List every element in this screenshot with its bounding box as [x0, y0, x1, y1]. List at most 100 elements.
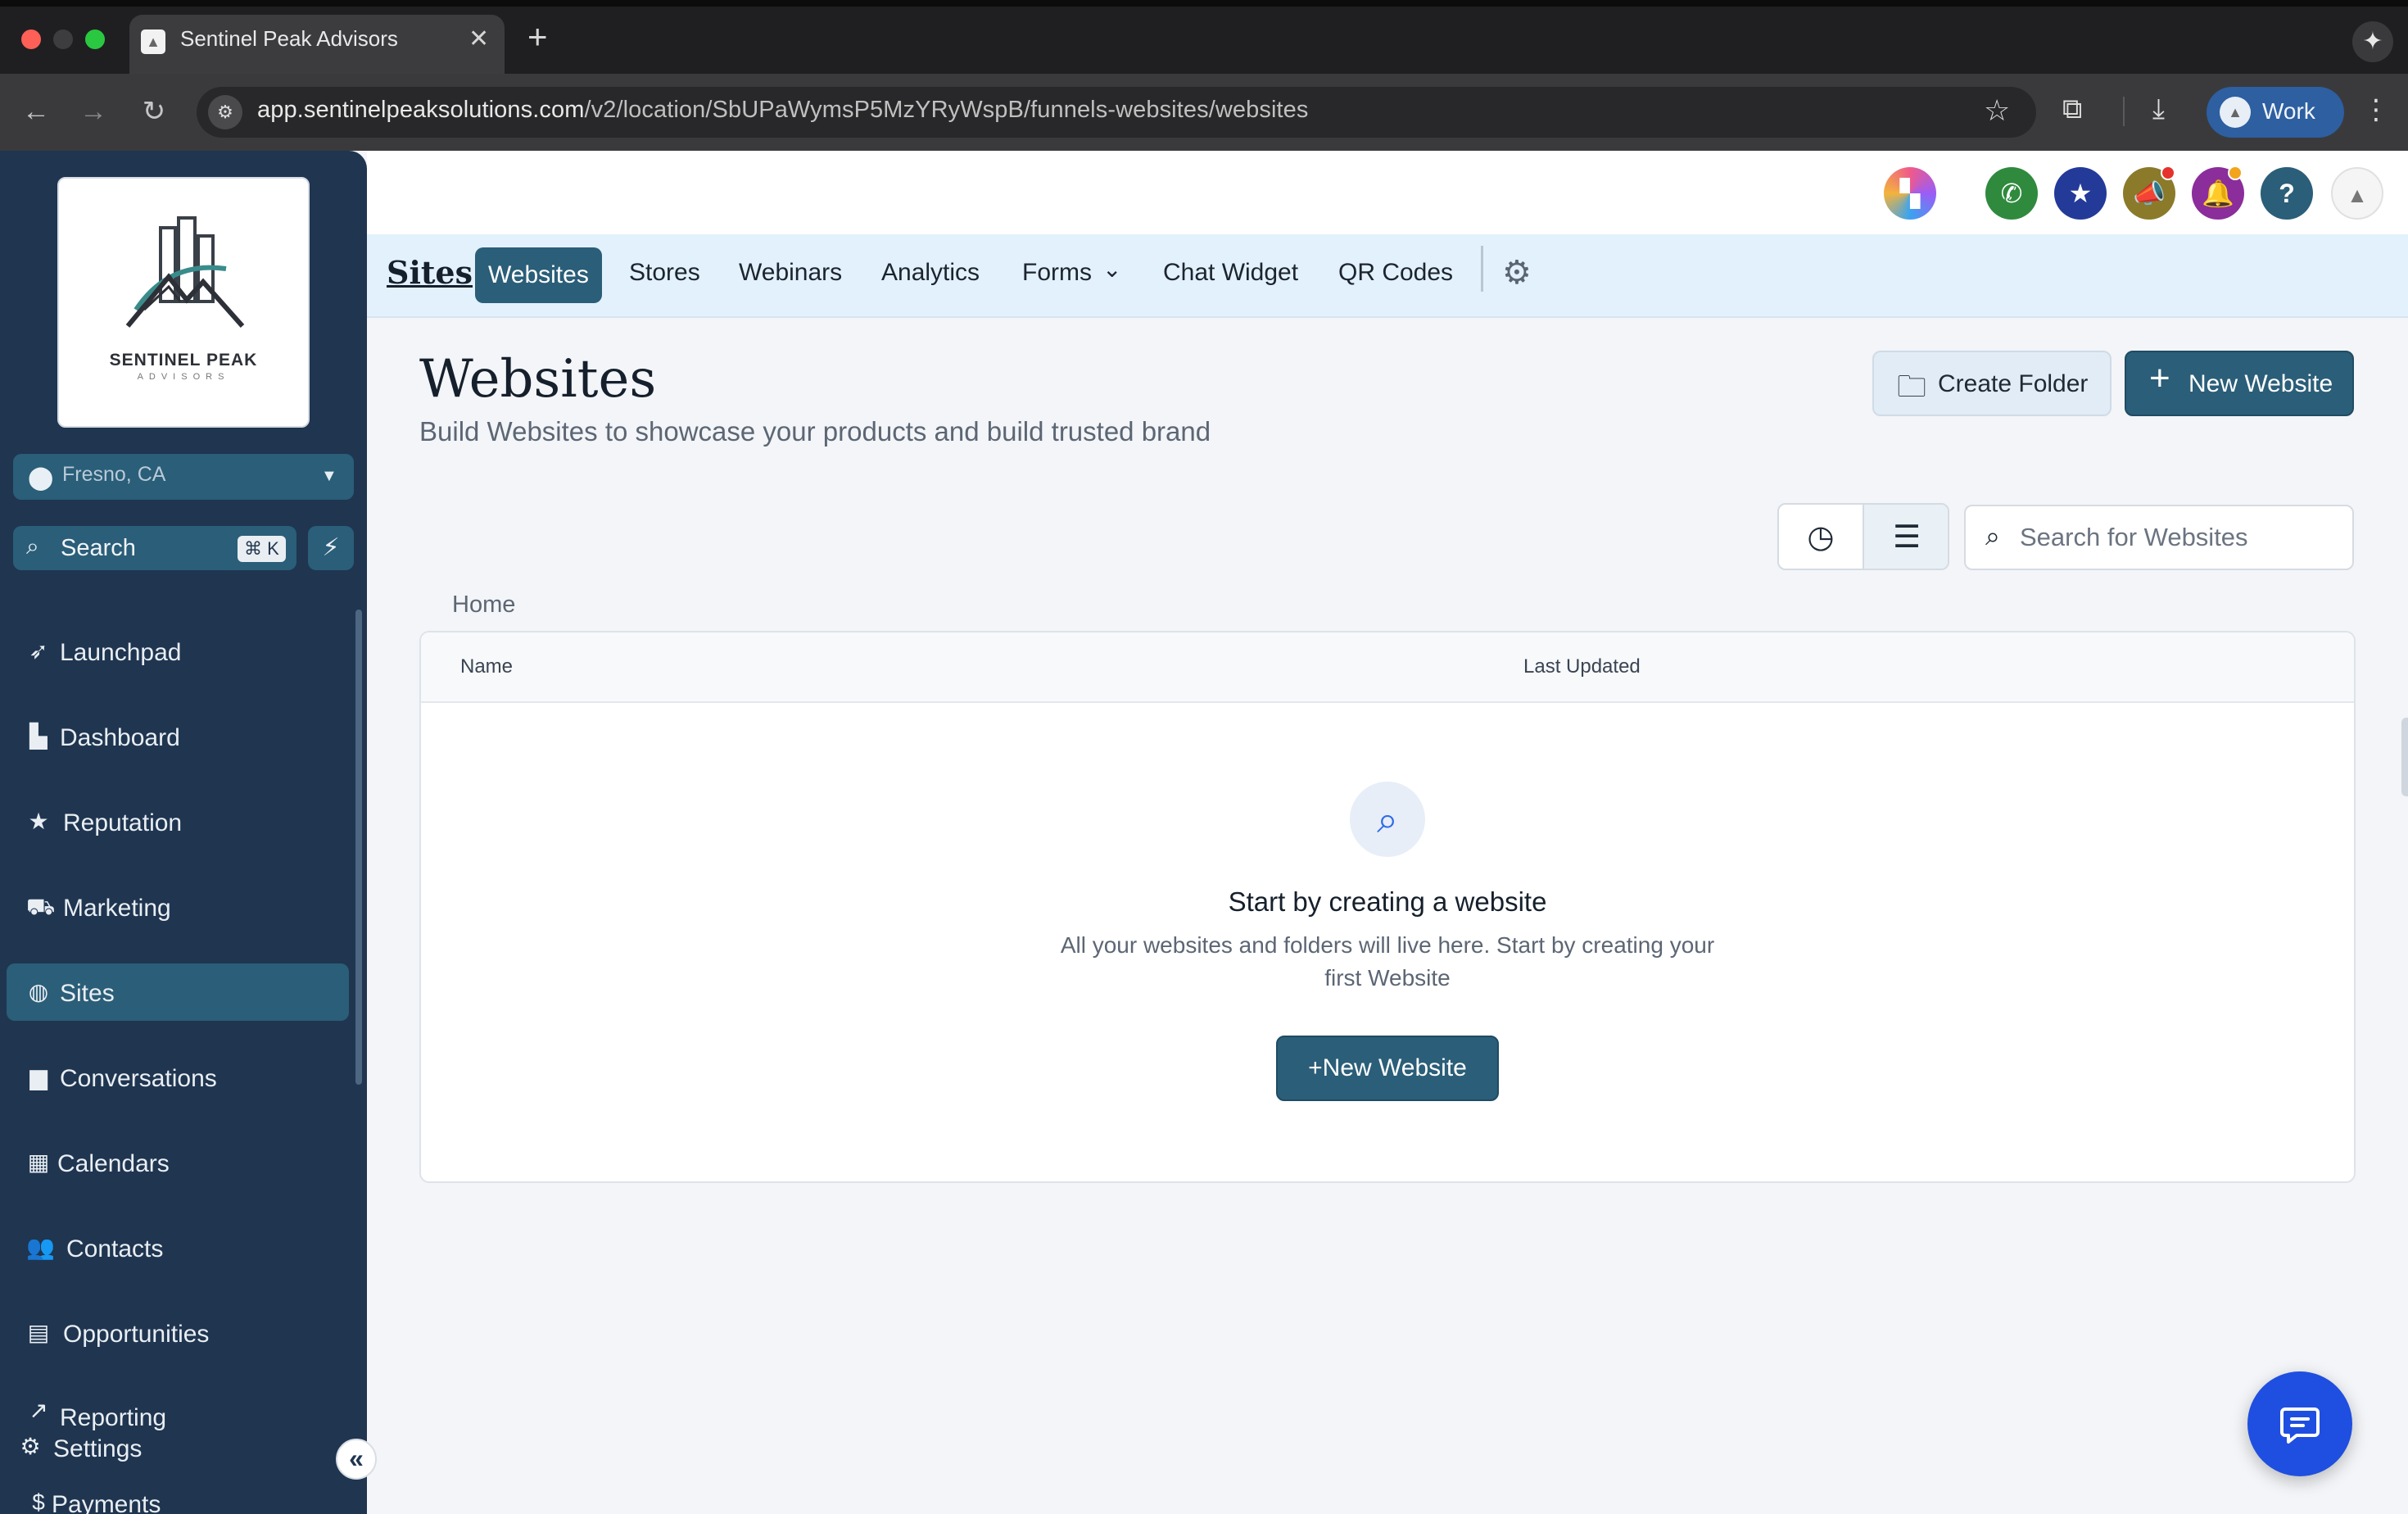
- phone-icon[interactable]: ✆: [1985, 167, 2038, 220]
- sidebar-item-label: Settings: [53, 1435, 143, 1462]
- gear-icon[interactable]: ⚙: [1502, 254, 1532, 292]
- minimize-window-button[interactable]: [53, 29, 73, 49]
- search-shortcut-badge: ⌘ K: [238, 536, 286, 562]
- search-icon: ⌕: [1985, 521, 2000, 551]
- payments-icon: $: [32, 1489, 45, 1514]
- close-window-button[interactable]: [21, 29, 41, 49]
- quick-actions-bolt-icon[interactable]: ⚡: [308, 526, 354, 570]
- empty-state-button-label: New Website: [1322, 1054, 1467, 1081]
- address-url[interactable]: app.sentinelpeaksolutions.com/v2/locatio…: [257, 97, 1309, 124]
- cast-search-icon[interactable]: ⧉: [2062, 93, 2082, 125]
- sidebar-item-label: Payments: [52, 1491, 161, 1514]
- sidebar-item-marketing[interactable]: ⛟ Marketing: [7, 878, 349, 936]
- tab-forms[interactable]: Forms: [1022, 259, 1092, 287]
- sidebar-item-label: Contacts: [66, 1235, 164, 1262]
- profile-label: Work: [2262, 98, 2315, 124]
- sidebar-item-label: Dashboard: [60, 724, 180, 751]
- trend-icon: ↗: [29, 1398, 48, 1423]
- favorites-star-icon[interactable]: ★: [2054, 167, 2107, 220]
- window-top-edge: [0, 0, 2408, 7]
- chevron-down-icon: ▼: [321, 467, 337, 485]
- sidebar-item-sites[interactable]: ◍ Sites: [7, 963, 349, 1021]
- section-title: Sites: [387, 254, 473, 291]
- sidebar-item-dashboard[interactable]: ▙ Dashboard: [7, 708, 349, 765]
- chat-support-button[interactable]: [2247, 1371, 2352, 1476]
- company-logo: SENTINEL PEAK ADVISORS: [57, 177, 310, 428]
- column-header-last-updated[interactable]: Last Updated: [1523, 655, 1641, 678]
- search-input[interactable]: [2020, 519, 2339, 555]
- tab-favicon-icon: ▲: [141, 29, 165, 54]
- sidebar-item-label: Opportunities: [63, 1321, 210, 1348]
- sidebar-item-payments[interactable]: $ Payments: [7, 1486, 349, 1514]
- tab-qr-codes[interactable]: QR Codes: [1338, 259, 1453, 287]
- star-icon: ★: [28, 809, 49, 834]
- location-name: Fresno, CA: [62, 463, 166, 486]
- contacts-icon: 👥: [26, 1235, 55, 1260]
- browser-menu-icon[interactable]: ⋮: [2362, 93, 2390, 126]
- tab-websites[interactable]: Websites: [475, 247, 602, 303]
- column-header-name[interactable]: Name: [460, 655, 513, 678]
- bookmark-star-icon[interactable]: ☆: [1984, 93, 2010, 128]
- empty-state-description: All your websites and folders will live …: [1060, 932, 1715, 990]
- sidebar-item-label: Calendars: [57, 1150, 170, 1177]
- collapse-sidebar-icon[interactable]: «: [336, 1439, 377, 1480]
- new-website-label: New Website: [2188, 370, 2333, 397]
- sidebar-item-settings[interactable]: ⚙ Settings: [0, 1435, 342, 1468]
- logo-name: SENTINEL PEAK: [109, 351, 258, 369]
- chat-bubble-icon: [2280, 1407, 2320, 1444]
- user-avatar[interactable]: ▲: [2331, 167, 2383, 220]
- chat-icon: ▆: [29, 1064, 48, 1090]
- subnav-divider: [1481, 246, 1483, 292]
- logo-subtitle: ADVISORS: [137, 372, 230, 382]
- help-icon[interactable]: ?: [2261, 167, 2313, 220]
- sparkle-icon[interactable]: ✦: [2352, 21, 2393, 62]
- rocket-icon: ➶: [29, 638, 48, 664]
- site-settings-icon[interactable]: ⚙: [208, 95, 242, 129]
- tab-analytics[interactable]: Analytics: [881, 259, 980, 287]
- sidebar-item-calendars[interactable]: ▦ Calendars: [7, 1134, 349, 1191]
- tab-close-icon[interactable]: ✕: [468, 25, 489, 53]
- tab-chat-widget[interactable]: Chat Widget: [1163, 259, 1298, 287]
- sidebar-scrollbar[interactable]: [355, 610, 362, 1085]
- profile-avatar-icon: ▲: [2220, 97, 2251, 128]
- sidebar-search-label: Search: [61, 535, 136, 561]
- apps-grid-icon[interactable]: ▚: [1884, 167, 1936, 220]
- tab-stores[interactable]: Stores: [629, 259, 700, 287]
- tab-title: Sentinel Peak Advisors: [180, 26, 398, 51]
- sidebar-item-reporting[interactable]: ↗ Reporting: [7, 1389, 349, 1432]
- cart-icon: ⛟: [26, 894, 56, 919]
- sidebar-item-conversations[interactable]: ▆ Conversations: [7, 1049, 349, 1106]
- create-folder-label: Create Folder: [1938, 370, 2089, 397]
- sidebar-item-reputation[interactable]: ★ Reputation: [7, 793, 349, 850]
- money-icon: ▤: [27, 1320, 50, 1345]
- sidebar-item-label: Sites: [60, 980, 115, 1007]
- new-tab-icon[interactable]: +: [527, 20, 548, 54]
- list-view-icon[interactable]: ☰: [1864, 505, 1948, 569]
- page-subtitle: Build Websites to showcase your products…: [419, 416, 1211, 446]
- maximize-window-button[interactable]: [85, 29, 105, 49]
- sidebar-item-opportunities[interactable]: ▤ Opportunities: [7, 1304, 349, 1362]
- side-drawer-handle[interactable]: [2401, 718, 2408, 796]
- clock-icon[interactable]: ◷: [1779, 505, 1864, 569]
- breadcrumb[interactable]: Home: [452, 592, 515, 619]
- forward-icon[interactable]: →: [74, 92, 113, 131]
- sidebar-item-label: Marketing: [63, 895, 171, 922]
- sidebar-item-label: Reporting: [60, 1404, 167, 1431]
- sidebar-item-launchpad[interactable]: ➶ Launchpad: [7, 623, 349, 680]
- folder-plus-icon: 🗀: [1897, 369, 1927, 403]
- back-icon[interactable]: ←: [16, 92, 56, 131]
- view-toggle-group: ◷ ☰: [1777, 503, 1949, 570]
- empty-state-new-website-button[interactable]: +New Website: [1276, 1036, 1499, 1101]
- sidebar-item-contacts[interactable]: 👥 Contacts: [7, 1219, 349, 1276]
- reload-icon[interactable]: ↻: [134, 92, 174, 131]
- calendar-icon: ▦: [27, 1149, 50, 1175]
- empty-search-icon: ⌕: [1350, 782, 1425, 857]
- toolbar-divider: [2123, 97, 2125, 126]
- sidebar-item-label: Reputation: [63, 809, 183, 836]
- location-pin-icon: ⬤: [28, 465, 54, 490]
- plus-icon: +: [2149, 358, 2170, 398]
- tab-webinars[interactable]: Webinars: [739, 259, 842, 287]
- chevron-down-icon[interactable]: ⌄: [1102, 256, 1121, 283]
- download-icon[interactable]: ⤓: [2152, 93, 2165, 125]
- sidebar-item-label: Conversations: [60, 1065, 217, 1092]
